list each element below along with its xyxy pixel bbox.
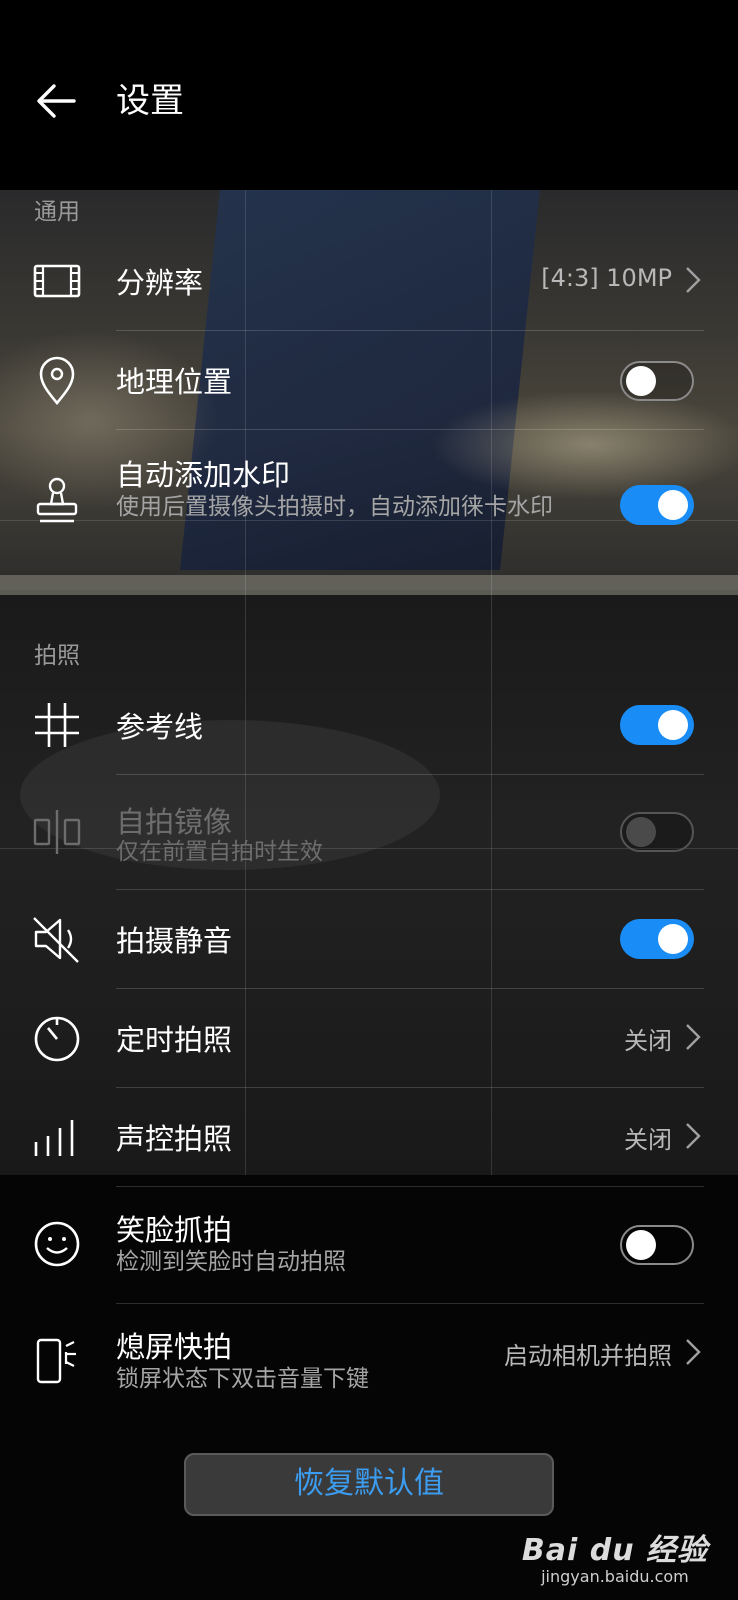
section-title-photo: 拍照 [34, 643, 80, 669]
setting-label: 笑脸抓拍 [116, 1213, 233, 1247]
setting-description: 检测到笑脸时自动拍照 [116, 1249, 346, 1275]
page-title: 设置 [116, 81, 184, 121]
setting-value: 启动相机并拍照 [504, 1342, 672, 1370]
toggle-knob [626, 817, 656, 847]
setting-row-grid[interactable]: 参考线 [0, 676, 738, 774]
setting-row-location[interactable]: 地理位置 [0, 331, 738, 429]
speaker-mute-icon [33, 917, 79, 963]
setting-label: 拍摄静音 [116, 924, 233, 958]
watermark-site: jingyan.baidu.com [541, 1567, 689, 1586]
mirror-icon [33, 810, 81, 854]
setting-row-ultrasnap[interactable]: 熄屏快拍 锁屏状态下双击音量下键 启动相机并拍照 [0, 1304, 738, 1420]
chevron-right-icon [686, 1024, 701, 1050]
chevron-right-icon [686, 1339, 701, 1365]
toggle-knob [658, 710, 688, 740]
audio-bars-icon [34, 1120, 74, 1156]
watermark-toggle[interactable] [620, 485, 694, 525]
section-title-general: 通用 [34, 199, 80, 225]
setting-row-smile[interactable]: 笑脸抓拍 检测到笑脸时自动拍照 [0, 1187, 738, 1303]
smile-toggle[interactable] [620, 1225, 694, 1265]
setting-label: 自动添加水印 [116, 458, 291, 492]
arrow-left-icon [37, 84, 76, 118]
setting-label: 声控拍照 [116, 1122, 233, 1156]
setting-row-voice[interactable]: 声控拍照 关闭 [0, 1088, 738, 1186]
baidu-jingyan-watermark: Bai du 经验 jingyan.baidu.com [522, 1525, 708, 1586]
setting-row-mirror: 自拍镜像 仅在前置自拍时生效 [0, 775, 738, 889]
setting-label: 熄屏快拍 [116, 1330, 233, 1364]
toggle-knob [658, 924, 688, 954]
phone-flash-icon [36, 1338, 76, 1384]
location-toggle[interactable] [620, 361, 694, 401]
film-frame-icon [33, 264, 81, 298]
setting-row-timer[interactable]: 定时拍照 关闭 [0, 989, 738, 1087]
setting-row-mute[interactable]: 拍摄静音 [0, 890, 738, 988]
chevron-right-icon [686, 1123, 701, 1149]
smile-face-icon [34, 1221, 80, 1267]
grid-toggle[interactable] [620, 705, 694, 745]
toggle-knob [626, 1230, 656, 1260]
toggle-knob [658, 490, 688, 520]
back-button[interactable] [30, 75, 82, 127]
mute-toggle[interactable] [620, 919, 694, 959]
setting-row-resolution[interactable]: 分辨率 [4:3] 10MP [0, 232, 738, 330]
setting-description: 仅在前置自拍时生效 [116, 839, 323, 865]
setting-label: 参考线 [116, 710, 204, 744]
mirror-toggle [620, 812, 694, 852]
location-pin-icon [39, 356, 75, 406]
setting-label: 定时拍照 [116, 1023, 233, 1057]
setting-row-watermark[interactable]: 自动添加水印 使用后置摄像头拍摄时，自动添加徕卡水印 [0, 430, 738, 570]
setting-label: 自拍镜像 [116, 805, 233, 839]
chevron-right-icon [686, 267, 701, 293]
toggle-knob [626, 366, 656, 396]
setting-value: 关闭 [624, 1126, 672, 1154]
setting-label: 分辨率 [116, 266, 204, 300]
setting-value: [4:3] 10MP [541, 264, 672, 292]
setting-description: 使用后置摄像头拍摄时，自动添加徕卡水印 [116, 494, 553, 520]
preview-stripe [0, 575, 738, 595]
grid-icon [35, 703, 79, 747]
app-header: 设置 [0, 0, 738, 190]
restore-defaults-button[interactable]: 恢复默认值 [184, 1453, 554, 1516]
watermark-brand: Bai du 经验 [521, 1533, 708, 1568]
timer-icon [34, 1016, 80, 1062]
stamp-icon [36, 477, 78, 523]
setting-label: 地理位置 [116, 365, 233, 399]
setting-value: 关闭 [624, 1027, 672, 1055]
